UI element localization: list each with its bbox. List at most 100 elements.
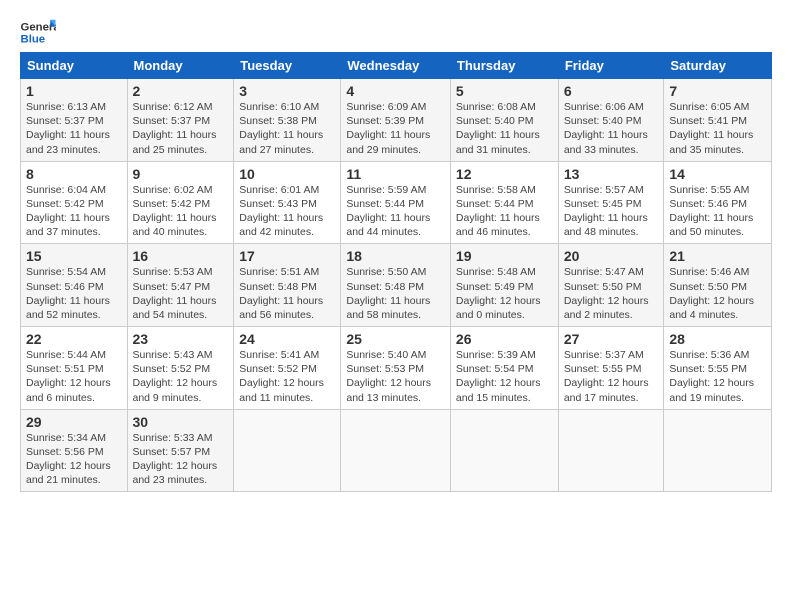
day-number: 7: [669, 83, 766, 99]
day-number: 25: [346, 331, 445, 347]
calendar-cell: 5Sunrise: 6:08 AM Sunset: 5:40 PM Daylig…: [450, 79, 558, 162]
day-info: Sunrise: 5:33 AM Sunset: 5:57 PM Dayligh…: [133, 431, 229, 488]
day-number: 27: [564, 331, 659, 347]
calendar-cell: 2Sunrise: 6:12 AM Sunset: 5:37 PM Daylig…: [127, 79, 234, 162]
calendar-week-5: 29Sunrise: 5:34 AM Sunset: 5:56 PM Dayli…: [21, 409, 772, 492]
day-info: Sunrise: 5:51 AM Sunset: 5:48 PM Dayligh…: [239, 265, 335, 322]
day-number: 30: [133, 414, 229, 430]
day-number: 20: [564, 248, 659, 264]
calendar-week-3: 15Sunrise: 5:54 AM Sunset: 5:46 PM Dayli…: [21, 244, 772, 327]
day-info: Sunrise: 6:10 AM Sunset: 5:38 PM Dayligh…: [239, 100, 335, 157]
calendar-cell: 27Sunrise: 5:37 AM Sunset: 5:55 PM Dayli…: [558, 327, 664, 410]
calendar-cell: 16Sunrise: 5:53 AM Sunset: 5:47 PM Dayli…: [127, 244, 234, 327]
day-number: 19: [456, 248, 553, 264]
calendar-cell: [234, 409, 341, 492]
day-info: Sunrise: 5:50 AM Sunset: 5:48 PM Dayligh…: [346, 265, 445, 322]
calendar-cell: [341, 409, 451, 492]
calendar-cell: 8Sunrise: 6:04 AM Sunset: 5:42 PM Daylig…: [21, 161, 128, 244]
day-number: 29: [26, 414, 122, 430]
day-info: Sunrise: 5:53 AM Sunset: 5:47 PM Dayligh…: [133, 265, 229, 322]
day-info: Sunrise: 6:01 AM Sunset: 5:43 PM Dayligh…: [239, 183, 335, 240]
calendar-cell: 23Sunrise: 5:43 AM Sunset: 5:52 PM Dayli…: [127, 327, 234, 410]
day-number: 2: [133, 83, 229, 99]
day-info: Sunrise: 5:55 AM Sunset: 5:46 PM Dayligh…: [669, 183, 766, 240]
day-number: 26: [456, 331, 553, 347]
day-info: Sunrise: 5:39 AM Sunset: 5:54 PM Dayligh…: [456, 348, 553, 405]
weekday-header-tuesday: Tuesday: [234, 53, 341, 79]
day-number: 16: [133, 248, 229, 264]
calendar-cell: 13Sunrise: 5:57 AM Sunset: 5:45 PM Dayli…: [558, 161, 664, 244]
day-info: Sunrise: 6:04 AM Sunset: 5:42 PM Dayligh…: [26, 183, 122, 240]
calendar-cell: 29Sunrise: 5:34 AM Sunset: 5:56 PM Dayli…: [21, 409, 128, 492]
calendar-cell: 28Sunrise: 5:36 AM Sunset: 5:55 PM Dayli…: [664, 327, 772, 410]
day-info: Sunrise: 5:43 AM Sunset: 5:52 PM Dayligh…: [133, 348, 229, 405]
logo: General Blue: [20, 18, 56, 46]
calendar-cell: 1Sunrise: 6:13 AM Sunset: 5:37 PM Daylig…: [21, 79, 128, 162]
day-number: 6: [564, 83, 659, 99]
day-info: Sunrise: 6:08 AM Sunset: 5:40 PM Dayligh…: [456, 100, 553, 157]
day-info: Sunrise: 5:58 AM Sunset: 5:44 PM Dayligh…: [456, 183, 553, 240]
calendar-cell: 15Sunrise: 5:54 AM Sunset: 5:46 PM Dayli…: [21, 244, 128, 327]
logo-icon: General Blue: [20, 18, 56, 46]
calendar-cell: [664, 409, 772, 492]
calendar-cell: 25Sunrise: 5:40 AM Sunset: 5:53 PM Dayli…: [341, 327, 451, 410]
day-number: 10: [239, 166, 335, 182]
day-info: Sunrise: 6:13 AM Sunset: 5:37 PM Dayligh…: [26, 100, 122, 157]
day-number: 18: [346, 248, 445, 264]
calendar-cell: 10Sunrise: 6:01 AM Sunset: 5:43 PM Dayli…: [234, 161, 341, 244]
day-info: Sunrise: 5:37 AM Sunset: 5:55 PM Dayligh…: [564, 348, 659, 405]
day-info: Sunrise: 5:44 AM Sunset: 5:51 PM Dayligh…: [26, 348, 122, 405]
day-number: 8: [26, 166, 122, 182]
calendar-cell: 24Sunrise: 5:41 AM Sunset: 5:52 PM Dayli…: [234, 327, 341, 410]
calendar-cell: 19Sunrise: 5:48 AM Sunset: 5:49 PM Dayli…: [450, 244, 558, 327]
weekday-header-monday: Monday: [127, 53, 234, 79]
weekday-header-sunday: Sunday: [21, 53, 128, 79]
day-number: 15: [26, 248, 122, 264]
day-number: 4: [346, 83, 445, 99]
calendar-table: SundayMondayTuesdayWednesdayThursdayFrid…: [20, 52, 772, 492]
day-info: Sunrise: 5:41 AM Sunset: 5:52 PM Dayligh…: [239, 348, 335, 405]
day-info: Sunrise: 5:34 AM Sunset: 5:56 PM Dayligh…: [26, 431, 122, 488]
day-info: Sunrise: 5:48 AM Sunset: 5:49 PM Dayligh…: [456, 265, 553, 322]
calendar-cell: 3Sunrise: 6:10 AM Sunset: 5:38 PM Daylig…: [234, 79, 341, 162]
day-info: Sunrise: 6:06 AM Sunset: 5:40 PM Dayligh…: [564, 100, 659, 157]
calendar-cell: 4Sunrise: 6:09 AM Sunset: 5:39 PM Daylig…: [341, 79, 451, 162]
day-number: 24: [239, 331, 335, 347]
day-number: 21: [669, 248, 766, 264]
day-info: Sunrise: 5:46 AM Sunset: 5:50 PM Dayligh…: [669, 265, 766, 322]
header: General Blue: [20, 18, 772, 46]
calendar-cell: 9Sunrise: 6:02 AM Sunset: 5:42 PM Daylig…: [127, 161, 234, 244]
day-number: 14: [669, 166, 766, 182]
weekday-header-wednesday: Wednesday: [341, 53, 451, 79]
day-number: 23: [133, 331, 229, 347]
day-number: 22: [26, 331, 122, 347]
day-number: 28: [669, 331, 766, 347]
day-info: Sunrise: 5:59 AM Sunset: 5:44 PM Dayligh…: [346, 183, 445, 240]
weekday-header-saturday: Saturday: [664, 53, 772, 79]
calendar-cell: [450, 409, 558, 492]
day-number: 5: [456, 83, 553, 99]
day-number: 13: [564, 166, 659, 182]
day-info: Sunrise: 5:47 AM Sunset: 5:50 PM Dayligh…: [564, 265, 659, 322]
day-number: 12: [456, 166, 553, 182]
calendar-cell: 17Sunrise: 5:51 AM Sunset: 5:48 PM Dayli…: [234, 244, 341, 327]
day-info: Sunrise: 6:02 AM Sunset: 5:42 PM Dayligh…: [133, 183, 229, 240]
calendar-cell: 12Sunrise: 5:58 AM Sunset: 5:44 PM Dayli…: [450, 161, 558, 244]
day-number: 11: [346, 166, 445, 182]
day-info: Sunrise: 6:12 AM Sunset: 5:37 PM Dayligh…: [133, 100, 229, 157]
weekday-header-friday: Friday: [558, 53, 664, 79]
day-number: 9: [133, 166, 229, 182]
calendar-week-1: 1Sunrise: 6:13 AM Sunset: 5:37 PM Daylig…: [21, 79, 772, 162]
calendar-cell: 14Sunrise: 5:55 AM Sunset: 5:46 PM Dayli…: [664, 161, 772, 244]
day-info: Sunrise: 6:09 AM Sunset: 5:39 PM Dayligh…: [346, 100, 445, 157]
calendar-page: General Blue SundayMondayTuesdayWednesda…: [0, 0, 792, 502]
day-info: Sunrise: 6:05 AM Sunset: 5:41 PM Dayligh…: [669, 100, 766, 157]
day-number: 3: [239, 83, 335, 99]
calendar-cell: 21Sunrise: 5:46 AM Sunset: 5:50 PM Dayli…: [664, 244, 772, 327]
calendar-cell: 22Sunrise: 5:44 AM Sunset: 5:51 PM Dayli…: [21, 327, 128, 410]
day-info: Sunrise: 5:36 AM Sunset: 5:55 PM Dayligh…: [669, 348, 766, 405]
day-info: Sunrise: 5:40 AM Sunset: 5:53 PM Dayligh…: [346, 348, 445, 405]
calendar-cell: 18Sunrise: 5:50 AM Sunset: 5:48 PM Dayli…: [341, 244, 451, 327]
calendar-week-4: 22Sunrise: 5:44 AM Sunset: 5:51 PM Dayli…: [21, 327, 772, 410]
calendar-cell: 7Sunrise: 6:05 AM Sunset: 5:41 PM Daylig…: [664, 79, 772, 162]
